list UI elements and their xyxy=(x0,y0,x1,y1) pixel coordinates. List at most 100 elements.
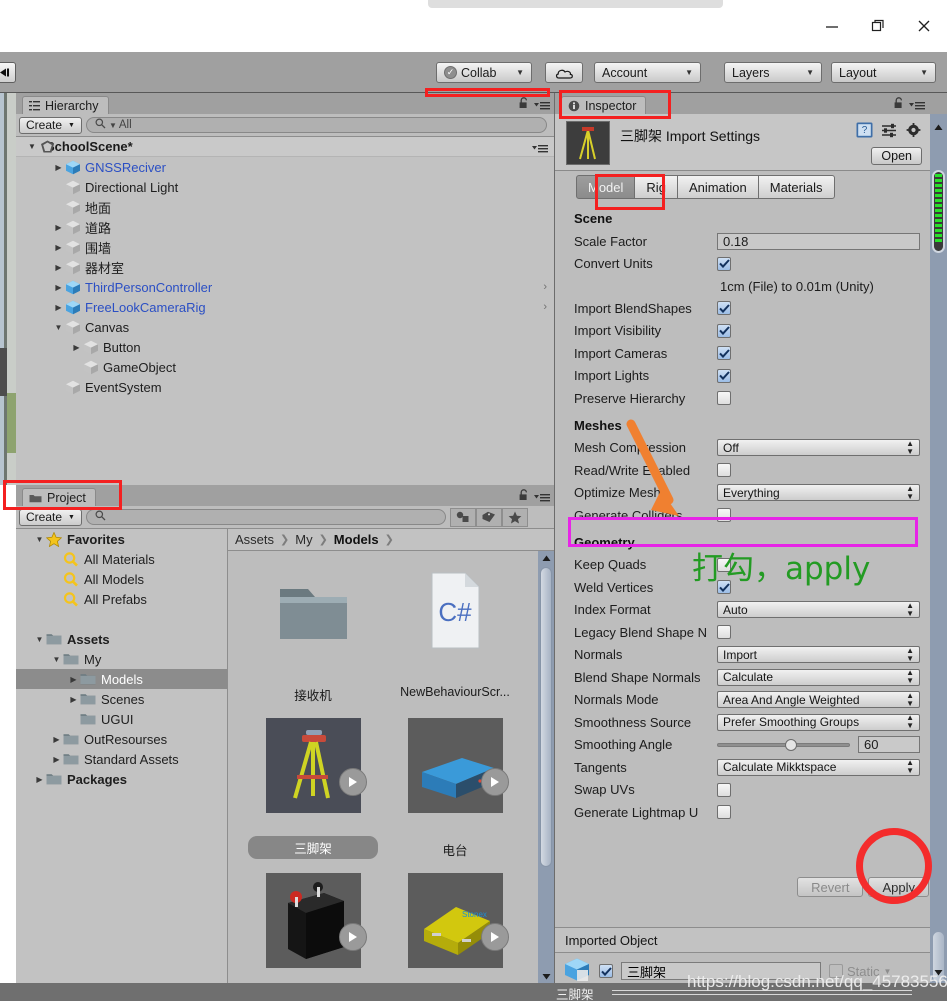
asset-thumbnail[interactable]: C# xyxy=(408,563,503,658)
hierarchy-rows[interactable]: ▶GNSSReciver▶Directional Light▶地面▶道路▶围墙▶… xyxy=(16,157,554,397)
filter-by-type-icon[interactable] xyxy=(449,507,476,527)
chevron-right-icon[interactable]: ▶ xyxy=(52,283,65,292)
asset-item[interactable]: 电台 xyxy=(384,718,526,873)
scale-factor-input[interactable]: 0.18 xyxy=(717,232,920,250)
import-visibility-checkbox[interactable] xyxy=(717,323,731,338)
smoothness-source-dropdown[interactable]: Prefer Smoothing Groups ▲ ▼ xyxy=(717,713,920,731)
normals-mode-dropdown[interactable]: Area And Angle Weighted ▲ ▼ xyxy=(717,691,920,709)
project-tree-item-ugui[interactable]: ▶UGUI xyxy=(16,709,227,729)
panel-menu-icon[interactable] xyxy=(909,100,925,110)
legacy-blend-shape-n-checkbox[interactable] xyxy=(717,625,731,640)
layout-button[interactable]: Layout ▼ xyxy=(831,62,936,83)
asset-thumbnail[interactable]: Stonex xyxy=(407,873,509,968)
smoothing-angle-value-field[interactable]: 60 xyxy=(858,736,920,754)
hierarchy-search-input[interactable]: ▼ All xyxy=(85,117,547,133)
normals-dropdown[interactable]: Import ▲ ▼ xyxy=(717,646,920,664)
hierarchy-item-button[interactable]: ▶ Button xyxy=(16,337,554,357)
tab-project[interactable]: Project xyxy=(22,488,96,506)
project-tree-item-my[interactable]: ▼ My xyxy=(16,649,227,669)
cloud-services-button[interactable] xyxy=(545,62,583,83)
project-asset-browser[interactable]: Assets ❯ My ❯ Models ❯ 接收机 C# NewBehaviourScr..… xyxy=(228,529,554,1001)
asset-item[interactable]: 三脚架 xyxy=(242,718,384,873)
generate-colliders-checkbox[interactable] xyxy=(717,508,731,523)
layers-button[interactable]: Layers ▼ xyxy=(724,62,822,83)
import-settings-body[interactable]: Scene Scale Factor 0.18 Convert Units 1cm (F… xyxy=(555,203,930,916)
hierarchy-item-canvas[interactable]: ▼ Canvas xyxy=(16,317,554,337)
play-preview-icon[interactable] xyxy=(338,923,367,951)
tab-materials[interactable]: Materials xyxy=(757,175,835,199)
preset-icon[interactable] xyxy=(881,123,898,141)
minimize-icon[interactable] xyxy=(809,6,855,46)
open-button[interactable]: Open xyxy=(871,147,922,165)
scroll-up-arrow-icon[interactable] xyxy=(538,551,554,565)
play-preview-icon[interactable] xyxy=(480,768,509,796)
asset-thumbnail[interactable] xyxy=(265,718,367,813)
chevron-right-icon[interactable]: ▶ xyxy=(52,263,65,272)
import-settings-tabs[interactable]: Model Rig Animation Materials xyxy=(555,171,930,203)
tab-model[interactable]: Model xyxy=(576,175,636,199)
project-tree-item-all-prefabs[interactable]: ▶All Prefabs xyxy=(16,589,227,609)
hierarchy-item--[interactable]: ▶ 围墙 xyxy=(16,237,554,257)
tab-animation[interactable]: Animation xyxy=(676,175,759,199)
asset-item[interactable] xyxy=(242,873,384,1001)
filter-by-label-icon[interactable] xyxy=(475,507,502,527)
tab-rig[interactable]: Rig xyxy=(634,175,678,199)
save-search-star-icon[interactable] xyxy=(501,507,528,527)
project-folder-tree[interactable]: ▼Favorites▶All Materials▶All Models▶All … xyxy=(16,529,228,1001)
chevron-down-icon[interactable]: ▼ xyxy=(50,655,63,664)
smoothing-angle-slider[interactable] xyxy=(717,736,858,753)
imported-object-enabled-checkbox[interactable] xyxy=(599,964,613,978)
project-tree-item-favorites[interactable]: ▼ Favorites xyxy=(16,529,227,549)
project-tree-item-outresourses[interactable]: ▶ OutResourses xyxy=(16,729,227,749)
import-lights-checkbox[interactable] xyxy=(717,368,731,383)
asset-thumbnail[interactable] xyxy=(265,873,367,968)
tangents-dropdown[interactable]: Calculate Mikktspace ▲ ▼ xyxy=(717,758,920,776)
lock-icon[interactable] xyxy=(519,97,529,112)
hierarchy-item--[interactable]: ▶ 器材室 xyxy=(16,257,554,277)
apply-button[interactable]: Apply xyxy=(868,877,929,897)
panel-menu-icon[interactable] xyxy=(534,100,550,110)
hierarchy-item-eventsystem[interactable]: ▶EventSystem xyxy=(16,377,554,397)
project-tree-item-packages[interactable]: ▶ Packages xyxy=(16,769,227,789)
project-tree-item-models[interactable]: ▶ Models xyxy=(16,669,227,689)
chevron-right-icon[interactable]: ▶ xyxy=(70,343,83,352)
panel-menu-icon[interactable] xyxy=(534,492,550,502)
chevron-down-icon[interactable]: ▼ xyxy=(33,535,46,544)
tab-hierarchy[interactable]: Hierarchy xyxy=(22,96,109,114)
play-preview-icon[interactable] xyxy=(338,768,367,796)
collab-button[interactable]: ✓ Collab ▼ xyxy=(436,62,532,83)
revert-button[interactable]: Revert xyxy=(797,877,864,897)
asset-thumbnail[interactable] xyxy=(407,718,509,813)
chevron-right-icon[interactable]: › xyxy=(543,301,547,313)
chevron-right-icon[interactable]: › xyxy=(543,281,547,293)
inspector-scrollbar[interactable] xyxy=(930,114,947,1001)
chevron-right-icon[interactable]: ▶ xyxy=(52,223,65,232)
chevron-down-icon[interactable]: ▼ xyxy=(52,323,65,332)
hierarchy-create-button[interactable]: Create ▼ xyxy=(19,116,82,134)
account-button[interactable]: Account ▼ xyxy=(594,62,701,83)
asset-item[interactable]: C# NewBehaviourScr... xyxy=(384,563,526,718)
play-preview-icon[interactable] xyxy=(480,923,509,951)
weld-vertices-checkbox[interactable] xyxy=(717,580,731,595)
chevron-right-icon[interactable]: ▶ xyxy=(50,755,63,764)
help-book-icon[interactable]: ? xyxy=(856,122,873,141)
chevron-down-icon[interactable]: ▼ xyxy=(33,635,46,644)
hierarchy-item--[interactable]: ▶ 道路 xyxy=(16,217,554,237)
collapse-panel-button[interactable] xyxy=(0,62,16,83)
preserve-hierarchy-checkbox[interactable] xyxy=(717,391,731,406)
asset-item[interactable]: 接收机 xyxy=(242,563,384,718)
tab-inspector[interactable]: Inspector xyxy=(561,96,647,114)
project-tree-item-all-materials[interactable]: ▶All Materials xyxy=(16,549,227,569)
scroll-up-arrow-icon[interactable] xyxy=(930,120,947,134)
scroll-down-arrow-icon[interactable] xyxy=(538,969,554,983)
chevron-right-icon[interactable]: ▶ xyxy=(52,163,65,172)
breadcrumb-item[interactable]: Models xyxy=(334,532,379,547)
keep-quads-checkbox[interactable] xyxy=(717,557,731,572)
convert-units-checkbox[interactable] xyxy=(717,256,731,271)
hierarchy-item-freelookcamerarig[interactable]: ▶ FreeLookCameraRig › xyxy=(16,297,554,317)
asset-item[interactable]: Stonex xyxy=(384,873,526,1001)
breadcrumb-item[interactable]: Assets xyxy=(235,532,274,547)
project-tree-item-standard-assets[interactable]: ▶ Standard Assets xyxy=(16,749,227,769)
project-search-input[interactable] xyxy=(85,509,446,525)
maximize-icon[interactable] xyxy=(855,6,901,46)
